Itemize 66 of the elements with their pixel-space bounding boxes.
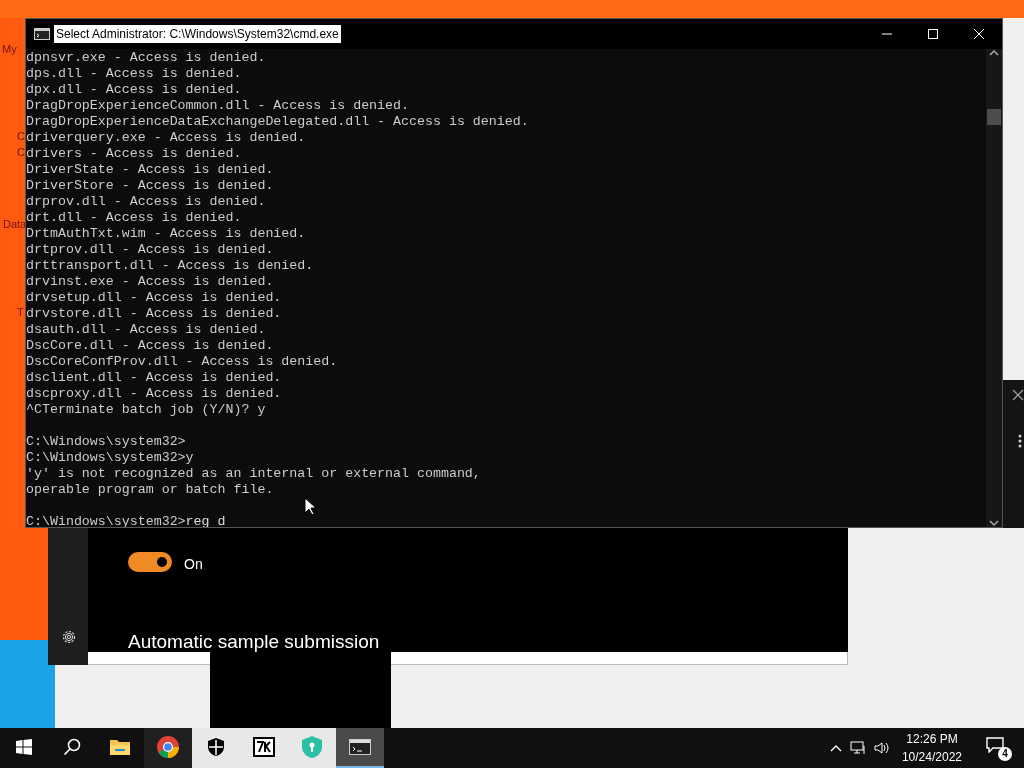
desktop-icon-label: C [17, 129, 25, 143]
console-line: DriverState - Access is denied. [26, 162, 274, 177]
network-icon[interactable] [849, 741, 866, 755]
clock-date[interactable]: 10/24/2022 [901, 748, 962, 766]
console-line: drvinst.exe - Access is denied. [26, 274, 274, 289]
console-line: C:\Windows\system32> [26, 434, 186, 449]
browser-icon [156, 735, 180, 759]
console-line: DscCore.dll - Access is denied. [26, 338, 274, 353]
console-line: drivers - Access is denied. [26, 146, 242, 161]
console-prompt: C:\Windows\system32> [26, 514, 186, 527]
console-line: ^CTerminate batch job (Y/N)? y [26, 402, 266, 417]
console-line: drvsetup.dll - Access is denied. [26, 290, 282, 305]
console-line: dsauth.dll - Access is denied. [26, 322, 266, 337]
mouse-cursor [304, 497, 316, 516]
desktop-icon-label: Data [3, 217, 27, 231]
scrollbar-thumb[interactable] [987, 109, 1001, 125]
console-line: drtprov.dll - Access is denied. [26, 242, 274, 257]
console-line: drt.dll - Access is denied. [26, 210, 242, 225]
folder-icon [109, 738, 131, 756]
taskbar-button[interactable] [144, 728, 192, 768]
search-icon [63, 738, 81, 756]
clock-time[interactable]: 12:26 PM [906, 730, 958, 748]
archive-app-icon [253, 737, 275, 757]
scrollbar[interactable] [986, 49, 1002, 527]
message-icon [986, 737, 1004, 753]
close-icon [974, 29, 984, 39]
console-line: dps.dll - Access is denied. [26, 66, 242, 81]
section-heading: Automatic sample submission [128, 630, 380, 654]
desktop-icon-label: My [2, 42, 17, 56]
desktop-icon-label: T [17, 305, 24, 319]
console-icon [34, 28, 50, 40]
volume-icon[interactable] [873, 741, 890, 755]
shield-icon [207, 737, 225, 757]
notification-count: 4 [998, 747, 1012, 761]
windows-icon [16, 739, 32, 755]
toggle-label: On [184, 555, 203, 574]
more-icon[interactable] [1018, 434, 1022, 448]
settings-icon[interactable] [61, 629, 77, 645]
close-icon[interactable] [1012, 389, 1024, 401]
console-icon [349, 739, 371, 755]
desktop-icon-label: C [17, 145, 25, 159]
console-line: drttransport.dll - Access is denied. [26, 258, 314, 273]
console-line: operable program or batch file. [26, 482, 274, 497]
console-line: C:\Windows\system32>y [26, 450, 194, 465]
console-line: DragDropExperienceDataExchangeDelegated.dll - Access is denied. [26, 114, 529, 129]
console-line: dpnsvr.exe - Access is denied. [26, 50, 266, 65]
console-line: DragDropExperienceCommon.dll - Access is denied. [26, 98, 409, 113]
console-line: DrtmAuthTxt.wim - Access is denied. [26, 226, 306, 241]
console-line: drprov.dll - Access is denied. [26, 194, 266, 209]
window-title: Select Administrator: C:\Windows\System32\cmd.exe [54, 25, 341, 43]
maximize-icon [928, 29, 938, 39]
console-line: dpx.dll - Access is denied. [26, 82, 242, 97]
console-line: drvstore.dll - Access is denied. [26, 306, 282, 321]
console-line: driverquery.exe - Access is denied. [26, 130, 306, 145]
chevron-up-icon[interactable] [989, 49, 999, 57]
console-line: dsclient.dll - Access is denied. [26, 370, 282, 385]
command-input[interactable]: reg d [185, 514, 226, 527]
console-line: dscproxy.dll - Access is denied. [26, 386, 282, 401]
console-line: DscCoreConfProv.dll - Access is denied. [26, 354, 338, 369]
chevron-down-icon[interactable] [989, 519, 999, 527]
console-line: DriverStore - Access is denied. [26, 178, 274, 193]
toggle-switch[interactable] [128, 552, 172, 572]
console-line: 'y' is not recognized as an internal or external command, [26, 466, 481, 481]
shield-icon [301, 735, 323, 759]
taskbar-button[interactable] [192, 728, 240, 768]
taskbar-button[interactable] [336, 728, 384, 768]
